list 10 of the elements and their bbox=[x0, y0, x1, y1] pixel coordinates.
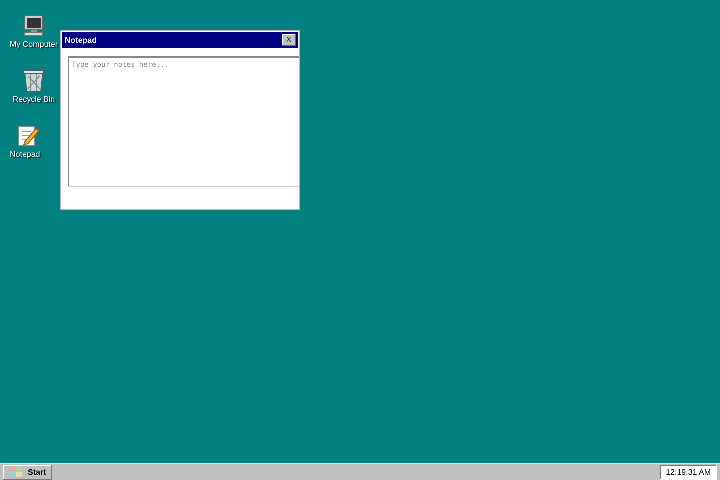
icon-label[interactable]: Notepad bbox=[10, 150, 40, 159]
computer-icon bbox=[22, 14, 46, 38]
clock: 12:19:31 AM bbox=[660, 464, 717, 480]
wastebasket-icon bbox=[23, 69, 45, 93]
start-button[interactable]: Start bbox=[3, 464, 52, 480]
icon-label[interactable]: My Computer bbox=[10, 40, 58, 49]
notepad-icon bbox=[16, 124, 40, 148]
window-title: Notepad bbox=[65, 36, 98, 44]
windows-logo-icon bbox=[9, 466, 23, 478]
icon-label[interactable]: Recycle Bin bbox=[12, 95, 56, 104]
